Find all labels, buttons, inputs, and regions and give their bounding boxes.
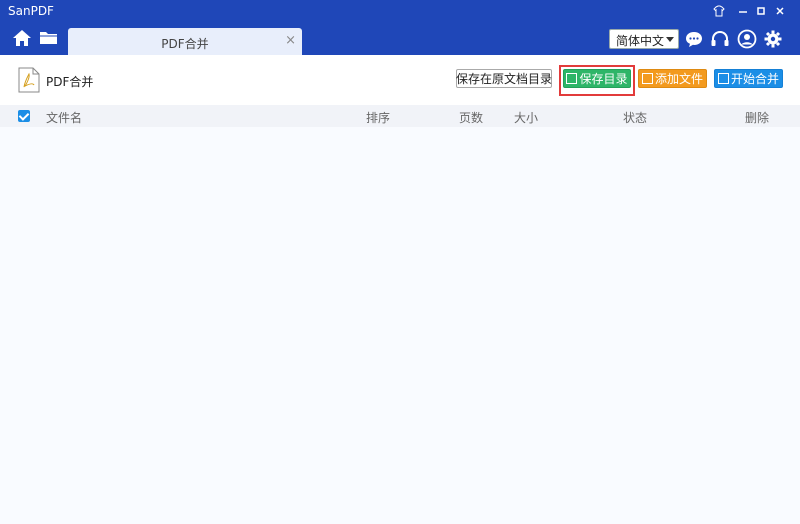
plus-icon [641,73,653,84]
file-table-header: 文件名 排序 页数 大小 状态 删除 [0,105,800,127]
save-in-original-dir-button[interactable]: 保存在原文档目录 [456,69,552,88]
language-select[interactable]: 简体中文 [609,29,679,49]
tab-close-icon[interactable]: × [285,33,296,48]
tab-pdf-merge[interactable]: PDF合并 × [68,28,302,55]
maximize-icon[interactable] [752,2,770,20]
column-order: 排序 [366,111,391,125]
add-file-label: 添加文件 [654,72,703,86]
toolbar: PDF合并 保存在原文档目录 保存目录 添加文件 开始合并 [0,55,800,105]
pdf-document-icon [18,67,40,93]
top-nav-bar: PDF合并 × 简体中文 [0,22,800,55]
title-bar: SanPDF [0,0,800,22]
merge-icon [717,73,729,84]
home-icon[interactable] [11,28,33,48]
user-icon[interactable] [737,29,757,49]
add-file-button[interactable]: 添加文件 [638,69,707,88]
tab-label: PDF合并 [161,37,209,51]
page-title: PDF合并 [46,75,94,89]
minimize-icon[interactable] [734,2,752,20]
column-delete: 删除 [745,111,770,125]
start-merge-label: 开始合并 [730,72,779,86]
select-all-checkbox[interactable] [18,110,30,122]
gear-icon[interactable] [763,29,783,49]
folder-icon[interactable] [38,28,60,48]
column-pages: 页数 [459,111,484,125]
start-merge-button[interactable]: 开始合并 [714,69,783,88]
column-filename: 文件名 [46,111,83,125]
highlight-box [559,65,635,96]
language-value: 简体中文 [616,34,665,48]
app-title: SanPDF [8,4,54,18]
headset-icon[interactable] [710,29,730,49]
column-size: 大小 [514,111,539,125]
column-status: 状态 [623,111,648,125]
close-icon[interactable] [771,2,789,20]
chat-icon[interactable] [684,29,704,49]
chevron-down-icon [666,37,674,42]
shirt-icon[interactable] [710,2,728,20]
file-list[interactable] [0,127,800,524]
